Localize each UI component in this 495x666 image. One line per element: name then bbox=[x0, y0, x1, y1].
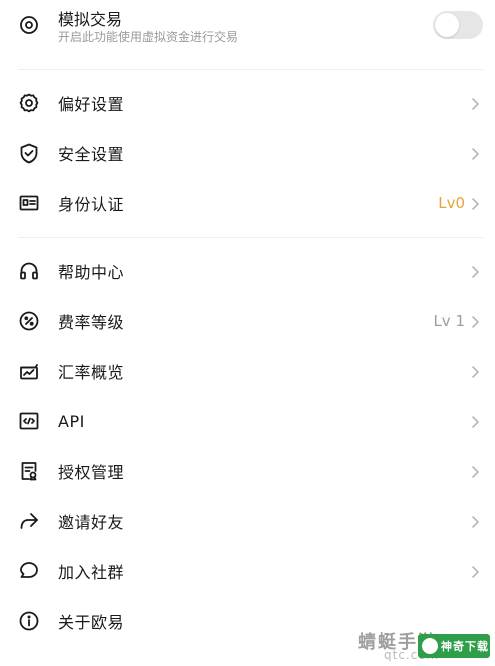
menu-item-label: 汇率概览 bbox=[58, 363, 125, 382]
simulated-trading-toggle[interactable] bbox=[433, 11, 483, 39]
exchange-chart-icon bbox=[18, 360, 40, 382]
chevron-right-icon bbox=[470, 196, 480, 210]
menu-item-label: 偏好设置 bbox=[58, 95, 125, 114]
chat-bubble-icon bbox=[18, 560, 40, 582]
badge-logo-icon bbox=[422, 638, 438, 654]
menu-item-label: 费率等级 bbox=[58, 313, 125, 332]
chevron-right-icon bbox=[470, 464, 480, 478]
watermark-badge-text: 神奇下载 bbox=[441, 640, 489, 653]
info-icon bbox=[18, 610, 40, 632]
section-divider bbox=[18, 69, 483, 70]
chevron-right-icon bbox=[470, 364, 480, 378]
watermark-badge: 神奇下载 bbox=[418, 634, 490, 658]
authorization-doc-icon bbox=[18, 460, 40, 482]
headset-icon bbox=[18, 260, 40, 282]
menu-item-label: 身份认证 bbox=[58, 195, 125, 214]
chevron-right-icon bbox=[470, 314, 480, 328]
menu-item-label: 邀请好友 bbox=[58, 513, 125, 532]
menu-item-label: 授权管理 bbox=[58, 463, 125, 482]
chevron-right-icon bbox=[470, 514, 480, 528]
chevron-right-icon bbox=[470, 146, 480, 160]
simulated-trading-title: 模拟交易 bbox=[58, 10, 123, 29]
watermark: 蜻蜓手游 qtc.com 神奇下载 bbox=[352, 626, 495, 666]
chevron-right-icon bbox=[470, 96, 480, 110]
menu-item-join-community[interactable]: 加入社群 bbox=[0, 546, 495, 596]
gear-icon bbox=[18, 92, 40, 114]
menu-item-exchange-rate[interactable]: 汇率概览 bbox=[0, 346, 495, 396]
menu-item-label: 加入社群 bbox=[58, 563, 125, 582]
chevron-right-icon bbox=[470, 414, 480, 428]
toggle-knob bbox=[435, 13, 459, 37]
simulated-trading-row: 模拟交易 开启此功能使用虚拟资金进行交易 bbox=[0, 0, 495, 50]
menu-item-label: 关于欧易 bbox=[58, 613, 125, 632]
menu-item-fee-level[interactable]: 费率等级 Lv 1 bbox=[0, 296, 495, 346]
code-icon bbox=[18, 410, 40, 432]
shield-check-icon bbox=[18, 142, 40, 164]
menu-item-label: 安全设置 bbox=[58, 145, 125, 164]
percent-icon bbox=[18, 310, 40, 332]
menu-item-label: 帮助中心 bbox=[58, 263, 125, 282]
menu-item-security[interactable]: 安全设置 bbox=[0, 128, 495, 178]
menu-item-help-center[interactable]: 帮助中心 bbox=[0, 246, 495, 296]
simulated-trading-subtitle: 开启此功能使用虚拟资金进行交易 bbox=[58, 30, 239, 44]
menu-item-api[interactable]: API bbox=[0, 396, 495, 446]
id-card-icon bbox=[18, 192, 40, 214]
target-icon bbox=[18, 14, 40, 36]
menu-item-authorization[interactable]: 授权管理 bbox=[0, 446, 495, 496]
chevron-right-icon bbox=[470, 264, 480, 278]
identity-level-value: Lv0 bbox=[438, 194, 465, 212]
fee-level-value: Lv 1 bbox=[433, 312, 465, 330]
menu-item-invite-friends[interactable]: 邀请好友 bbox=[0, 496, 495, 546]
section-divider bbox=[18, 237, 483, 238]
menu-item-label: API bbox=[58, 411, 85, 431]
chevron-right-icon bbox=[470, 564, 480, 578]
share-arrow-icon bbox=[18, 510, 40, 532]
menu-item-identity[interactable]: 身份认证 Lv0 bbox=[0, 178, 495, 228]
menu-item-preferences[interactable]: 偏好设置 bbox=[0, 78, 495, 128]
